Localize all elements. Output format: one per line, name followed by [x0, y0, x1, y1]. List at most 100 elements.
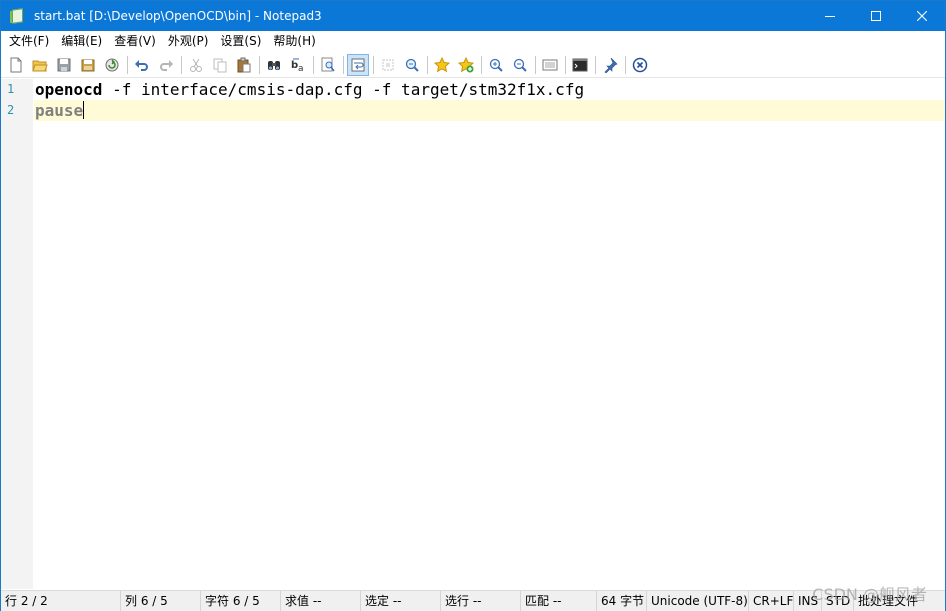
csdn-watermark: CSDN @舰风者 — [812, 585, 927, 604]
menu-file[interactable]: 文件(F) — [3, 31, 55, 51]
find-in-file-icon — [321, 57, 335, 71]
schemes-icon — [542, 59, 558, 70]
new-file-button[interactable] — [5, 54, 27, 76]
undo-button[interactable] — [131, 54, 153, 76]
toolbar-separator — [259, 55, 260, 74]
select-all-icon — [382, 59, 394, 70]
svg-text:a: a — [298, 64, 304, 73]
status-selection[interactable]: 选定 -- — [361, 590, 441, 611]
favorites-button[interactable] — [431, 54, 453, 76]
cut-icon — [190, 58, 202, 72]
save-button[interactable] — [53, 54, 75, 76]
code-keyword: pause — [35, 101, 84, 120]
close-button[interactable] — [899, 1, 945, 31]
favorites-icon — [434, 56, 450, 72]
notepad3-app-icon[interactable] — [10, 8, 26, 24]
menu-bar: 文件(F) 编辑(E) 查看(V) 外观(P) 设置(S) 帮助(H) — [1, 31, 945, 51]
toolbar-separator — [625, 55, 626, 74]
status-column[interactable]: 列 6 / 5 — [121, 590, 201, 611]
zoom-out-icon — [513, 58, 527, 72]
status-match[interactable]: 匹配 -- — [521, 590, 597, 611]
minimize-icon — [825, 16, 835, 17]
menu-appearance[interactable]: 外观(P) — [162, 31, 215, 51]
word-wrap-icon — [351, 58, 365, 71]
line-number-gutter[interactable]: 1 2 — [1, 79, 33, 589]
menu-help[interactable]: 帮助(H) — [267, 31, 321, 51]
save-as-button[interactable] — [77, 54, 99, 76]
text-caret — [83, 101, 85, 119]
find-icon — [268, 60, 280, 70]
zoom-in-button[interactable] — [485, 54, 507, 76]
goto-button[interactable] — [401, 54, 423, 76]
open-button[interactable] — [29, 54, 51, 76]
status-bytes[interactable]: 64 字节 — [597, 590, 647, 611]
exit-button[interactable] — [629, 54, 651, 76]
toolbar-separator — [373, 55, 374, 74]
status-bar: 行 2 / 2 列 6 / 5 字符 6 / 5 求值 -- 选定 -- 选行 … — [1, 590, 945, 611]
redo-icon — [160, 59, 173, 71]
replace-icon: ba — [291, 58, 304, 73]
save-as-icon — [81, 59, 95, 71]
menu-settings[interactable]: 设置(S) — [214, 31, 267, 51]
toolbar-separator — [595, 55, 596, 74]
zoom-out-button[interactable] — [509, 54, 531, 76]
revert-icon — [105, 58, 119, 71]
exit-icon — [632, 57, 648, 72]
minimize-button[interactable] — [807, 1, 853, 31]
toolbar-separator — [427, 55, 428, 74]
code-keyword: openocd — [35, 80, 103, 99]
status-selected-lines[interactable]: 选行 -- — [441, 590, 521, 611]
status-line[interactable]: 行 2 / 2 — [1, 590, 121, 611]
status-eol[interactable]: CR+LF — [749, 590, 794, 611]
code-line[interactable]: openocd -f interface/cmsis-dap.cfg -f ta… — [34, 79, 945, 100]
copy-icon — [213, 58, 227, 72]
revert-button[interactable] — [101, 54, 123, 76]
toolbar-separator — [535, 55, 536, 74]
notepad3-window: start.bat [D:\Develop\OpenOCD\bin] - Not… — [0, 0, 946, 611]
goto-icon — [405, 58, 419, 72]
replace-button[interactable]: ba — [287, 54, 309, 76]
paste-icon — [237, 57, 251, 72]
maximize-button[interactable] — [853, 1, 899, 31]
find-in-file-button[interactable] — [317, 54, 339, 76]
status-sum[interactable]: 求值 -- — [281, 590, 361, 611]
title-bar[interactable]: start.bat [D:\Develop\OpenOCD\bin] - Not… — [1, 1, 945, 31]
cut-button[interactable] — [185, 54, 207, 76]
schemes-button[interactable] — [539, 54, 561, 76]
zoom-in-icon — [489, 58, 503, 72]
toolbar-separator — [343, 55, 344, 74]
open-folder-icon — [32, 60, 48, 71]
pin-icon — [604, 57, 618, 73]
maximize-icon — [871, 11, 881, 21]
new-file-icon — [10, 57, 22, 72]
toolbar-separator — [565, 55, 566, 74]
toolbar-separator — [181, 55, 182, 74]
word-wrap-button[interactable] — [347, 53, 369, 76]
current-code-line[interactable]: pause — [34, 100, 945, 121]
editor-area[interactable]: 1 2 openocd -f interface/cmsis-dap.cfg -… — [1, 79, 945, 589]
status-chars[interactable]: 字符 6 / 5 — [201, 590, 281, 611]
code-text: -f interface/cmsis-dap.cfg -f target/stm… — [102, 80, 585, 99]
redo-button[interactable] — [155, 54, 177, 76]
status-encoding[interactable]: Unicode (UTF-8) — [647, 590, 749, 611]
menu-view[interactable]: 查看(V) — [108, 31, 162, 51]
command-prompt-icon — [572, 58, 588, 71]
add-favorite-icon — [458, 56, 474, 72]
find-button[interactable] — [263, 54, 285, 76]
copy-button[interactable] — [209, 54, 231, 76]
save-icon — [57, 58, 71, 71]
pin-button[interactable] — [599, 54, 621, 76]
select-all-button[interactable] — [377, 54, 399, 76]
line-number: 1 — [7, 82, 15, 96]
line-number: 2 — [7, 103, 15, 117]
toolbar-separator — [481, 55, 482, 74]
command-prompt-button[interactable] — [569, 54, 591, 76]
menu-edit[interactable]: 编辑(E) — [55, 31, 108, 51]
toolbar-separator — [127, 55, 128, 74]
add-favorite-button[interactable] — [455, 54, 477, 76]
window-title: start.bat [D:\Develop\OpenOCD\bin] - Not… — [34, 9, 322, 23]
paste-button[interactable] — [233, 54, 255, 76]
toolbar-separator — [313, 55, 314, 74]
toolbar: ba — [1, 52, 945, 78]
close-icon — [917, 11, 927, 21]
